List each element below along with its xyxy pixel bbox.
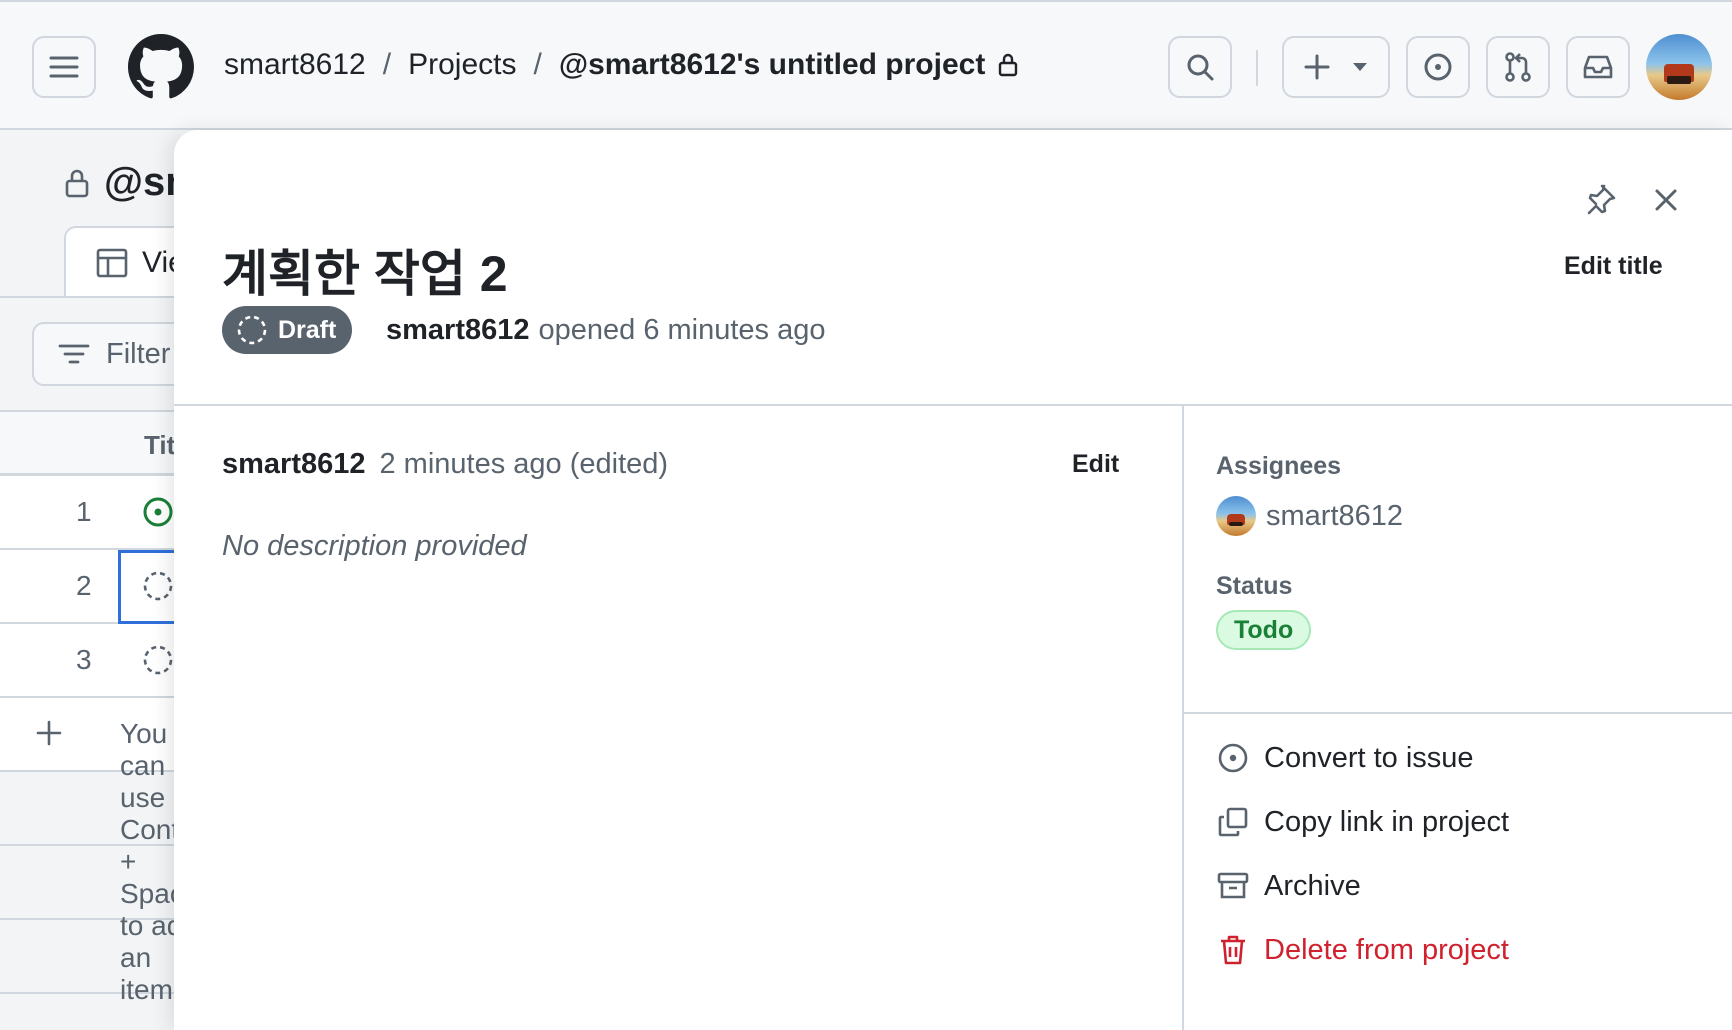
delete-from-project-label: Delete from project xyxy=(1264,933,1509,966)
breadcrumb-project-name[interactable]: @smart8612's untitled project xyxy=(559,48,986,82)
menu-button[interactable] xyxy=(32,36,96,98)
table-row[interactable]: 1 xyxy=(0,476,180,550)
archive-icon xyxy=(1216,870,1250,902)
row-number: 1 xyxy=(76,496,92,527)
search-button[interactable] xyxy=(1168,36,1232,98)
comment-author[interactable]: smart8612 xyxy=(222,448,366,480)
copy-link-button[interactable]: Copy link in project xyxy=(1216,802,1509,842)
draft-issue-icon xyxy=(142,570,174,602)
create-new-button[interactable] xyxy=(1282,36,1390,98)
assignee-item[interactable]: smart8612 xyxy=(1216,496,1403,536)
lock-icon xyxy=(64,167,90,199)
tab-underline xyxy=(0,296,180,298)
opened-time: opened 6 minutes ago xyxy=(538,314,826,346)
breadcrumb-projects[interactable]: Projects xyxy=(408,48,516,82)
plus-icon xyxy=(36,720,62,746)
pull-request-icon xyxy=(1503,51,1533,83)
global-header: smart8612 / Projects / @smart8612's unti… xyxy=(0,0,1732,130)
edit-title-button[interactable]: Edit title xyxy=(1564,252,1663,281)
project-table: Title 1 2 3 You can use Control + Spa xyxy=(0,410,180,1005)
author-link[interactable]: smart8612 xyxy=(386,314,530,346)
convert-to-issue-label: Convert to issue xyxy=(1264,741,1474,774)
comment-body: No description provided xyxy=(222,530,527,562)
convert-to-issue-button[interactable]: Convert to issue xyxy=(1216,738,1474,778)
avatar-car-graphic xyxy=(1664,64,1694,85)
project-title-text: @smart8612's untitled project xyxy=(104,160,180,204)
comment-header: smart8612 2 minutes ago (edited) xyxy=(222,448,668,481)
filter-icon xyxy=(58,343,90,365)
filter-placeholder: Filter by keyword or by field xyxy=(106,337,180,370)
hamburger-menu-icon xyxy=(49,55,79,79)
assignee-avatar xyxy=(1216,496,1256,536)
item-detail-panel: 계획한 작업 2 Edit title Draft smart8612 opene… xyxy=(174,130,1732,1030)
issue-opened-icon xyxy=(1423,52,1453,82)
header-divider xyxy=(1256,50,1258,86)
table-header-row: Title xyxy=(0,410,180,476)
comment-timestamp[interactable]: 2 minutes ago (edited) xyxy=(380,448,669,480)
github-logo-icon[interactable] xyxy=(128,34,194,105)
inbox-button[interactable] xyxy=(1566,36,1630,98)
archive-label: Archive xyxy=(1264,869,1361,902)
project-title: @smart8612's untitled project xyxy=(64,160,180,205)
breadcrumb: smart8612 / Projects / @smart8612's unti… xyxy=(224,48,1019,82)
status-badge[interactable]: Todo xyxy=(1216,610,1312,650)
state-badge-label: Draft xyxy=(278,315,337,344)
table-icon xyxy=(96,248,128,278)
pin-icon xyxy=(1583,183,1617,222)
issue-opened-icon xyxy=(1216,742,1250,774)
opened-by-line: smart8612 opened 6 minutes ago xyxy=(386,314,826,347)
issues-button[interactable] xyxy=(1406,36,1470,98)
state-badge: Draft xyxy=(222,306,353,354)
edit-comment-button[interactable]: Edit xyxy=(1072,450,1119,479)
close-icon xyxy=(1654,188,1678,217)
archive-button[interactable]: Archive xyxy=(1216,866,1361,906)
user-avatar[interactable] xyxy=(1646,34,1712,100)
breadcrumb-separator: / xyxy=(382,48,392,81)
plus-icon xyxy=(1304,54,1330,80)
trash-icon xyxy=(1216,934,1250,966)
item-title: 계획한 작업 2 xyxy=(222,246,508,302)
add-item-row[interactable]: You can use Control + Space to add an it… xyxy=(0,698,180,1005)
assignees-label[interactable]: Assignees xyxy=(1216,452,1341,481)
sidebar-divider-horizontal xyxy=(1184,712,1732,714)
status-label[interactable]: Status xyxy=(1216,572,1292,601)
delete-from-project-button[interactable]: Delete from project xyxy=(1216,930,1509,970)
sidebar-divider xyxy=(1182,406,1184,1030)
view-tab[interactable]: View 1 xyxy=(64,226,180,298)
copy-icon xyxy=(1216,806,1250,838)
draft-issue-icon xyxy=(142,644,174,676)
filter-input[interactable]: Filter by keyword or by field xyxy=(32,322,180,386)
inbox-icon xyxy=(1582,53,1614,81)
assignee-name: smart8612 xyxy=(1266,499,1404,532)
row-number: 2 xyxy=(76,570,92,601)
row-number: 3 xyxy=(76,644,92,675)
search-icon xyxy=(1185,52,1215,82)
pull-requests-button[interactable] xyxy=(1486,36,1550,98)
pin-button[interactable] xyxy=(1574,176,1626,228)
table-row[interactable]: 3 xyxy=(0,624,180,698)
lock-icon xyxy=(997,52,1019,78)
close-button[interactable] xyxy=(1642,178,1690,226)
breadcrumb-owner[interactable]: smart8612 xyxy=(224,48,366,82)
issue-opened-icon xyxy=(142,496,174,528)
copy-link-label: Copy link in project xyxy=(1264,805,1509,838)
project-table-background: @smart8612's untitled project View 1 Fil… xyxy=(0,130,180,1030)
breadcrumb-separator: / xyxy=(533,48,542,81)
table-row[interactable]: 2 xyxy=(0,550,180,624)
add-item-placeholder: You can use Control + Space to add an it… xyxy=(120,718,180,1005)
draft-issue-icon xyxy=(236,314,268,346)
triangle-down-icon xyxy=(1352,62,1368,72)
panel-divider xyxy=(174,404,1732,406)
